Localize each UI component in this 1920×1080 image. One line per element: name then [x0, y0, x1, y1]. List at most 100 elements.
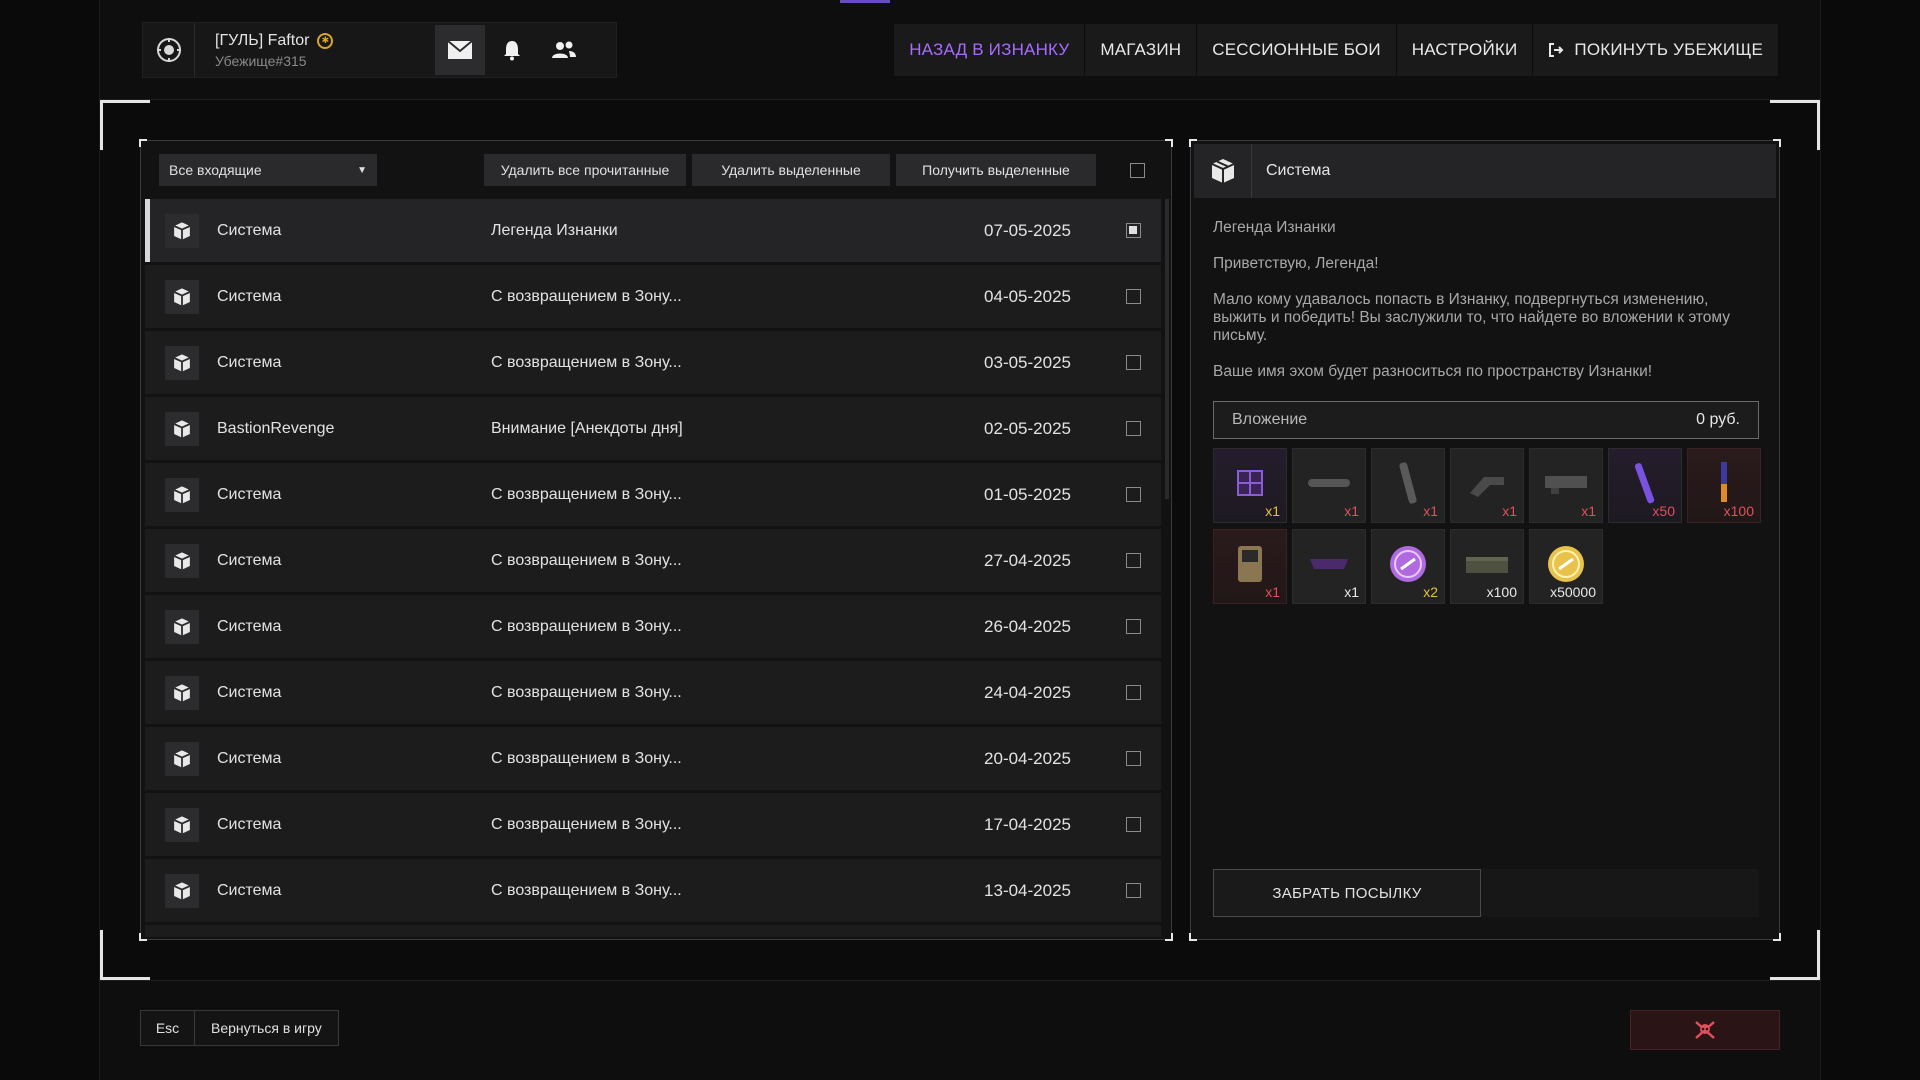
- attachment-item[interactable]: x1: [1371, 448, 1445, 523]
- delete-read-button[interactable]: Удалить все прочитанные: [484, 154, 686, 186]
- get-selected-button[interactable]: Получить выделенные: [896, 154, 1096, 186]
- row-checkbox[interactable]: [1126, 421, 1141, 436]
- row-subject: С возвращением в Зону...: [491, 485, 682, 503]
- row-checkbox[interactable]: [1126, 883, 1141, 898]
- inbox-row[interactable]: Система С возвращением в Зону... 13-04-202…: [145, 859, 1161, 922]
- left-frame: [0, 0, 100, 1080]
- package-icon: [165, 279, 199, 314]
- package-icon: [165, 345, 199, 380]
- inbox-row[interactable]: [145, 925, 1161, 937]
- row-date: 24-04-2025: [984, 682, 1071, 702]
- back-to-game-control[interactable]: Esc Вернуться в игру: [140, 1010, 339, 1046]
- item-quantity: x1: [1265, 584, 1280, 600]
- row-sender: Система: [217, 749, 282, 767]
- item-quantity: x1: [1423, 503, 1438, 519]
- row-sender: Система: [217, 551, 282, 569]
- scope-icon: [1464, 463, 1510, 508]
- nav-shop[interactable]: МАГАЗИН: [1084, 24, 1197, 76]
- bottom-bar: [100, 980, 1820, 1080]
- nav-leave-shelter[interactable]: ПОКИНУТЬ УБЕЖИЩЕ: [1532, 24, 1778, 76]
- inbox-scrollbar[interactable]: [1165, 199, 1169, 499]
- row-date: 20-04-2025: [984, 748, 1071, 768]
- package-icon: [165, 213, 199, 248]
- inbox-row[interactable]: Система С возвращением в Зону... 20-04-202…: [145, 727, 1161, 790]
- nav-back-to-underside[interactable]: НАЗАД В ИЗНАНКУ: [893, 24, 1085, 76]
- player-profile: [ГУЛЬ] Faftor ✱ Убежище#315: [142, 22, 617, 78]
- friends-button[interactable]: [539, 25, 589, 75]
- device-icon: [1232, 542, 1268, 591]
- clan-emblem-icon[interactable]: [143, 23, 195, 77]
- nav-session-battles[interactable]: СЕССИОННЫЕ БОИ: [1196, 24, 1396, 76]
- receiver-icon: [1541, 468, 1591, 503]
- row-checkbox[interactable]: [1126, 817, 1141, 832]
- inbox-row[interactable]: Система С возвращением в Зону... 01-05-202…: [145, 463, 1161, 526]
- row-checkbox[interactable]: [1126, 751, 1141, 766]
- row-checkbox[interactable]: [1126, 289, 1141, 304]
- row-sender: Система: [217, 815, 282, 833]
- inbox-row[interactable]: Система С возвращением в Зону... 27-04-202…: [145, 529, 1161, 592]
- nav-leave-shelter-label: ПОКИНУТЬ УБЕЖИЩЕ: [1574, 40, 1763, 59]
- attachment-item[interactable]: x1: [1292, 448, 1366, 523]
- package-icon: [165, 741, 199, 776]
- package-icon: [165, 873, 199, 908]
- delete-selected-button[interactable]: Удалить выделенные: [692, 154, 890, 186]
- row-checkbox[interactable]: [1126, 223, 1141, 238]
- attachment-item[interactable]: x1: [1213, 529, 1287, 604]
- row-sender: Система: [217, 617, 282, 635]
- mail-button[interactable]: [435, 25, 485, 75]
- notifications-button[interactable]: [487, 25, 537, 75]
- claim-package-button[interactable]: ЗАБРАТЬ ПОСЫЛКУ: [1213, 869, 1481, 917]
- exit-game-button[interactable]: [1630, 1010, 1780, 1050]
- attachment-item[interactable]: x50000: [1529, 529, 1603, 604]
- esc-key-hint: Esc: [141, 1011, 195, 1045]
- mail-icon: [447, 40, 473, 59]
- inbox-row[interactable]: Система С возвращением в Зону... 17-04-202…: [145, 793, 1161, 856]
- row-subject: С возвращением в Зону...: [491, 749, 682, 767]
- inbox-row[interactable]: Система Легенда Изнанки 07-05-2025: [145, 199, 1161, 262]
- select-all-checkbox[interactable]: [1130, 162, 1145, 178]
- item-quantity: x1: [1344, 503, 1359, 519]
- attachment-item[interactable]: x2: [1371, 529, 1445, 604]
- attachment-item[interactable]: x1: [1450, 448, 1524, 523]
- inbox-row[interactable]: Система С возвращением в Зону... 04-05-202…: [145, 265, 1161, 328]
- bell-icon: [504, 41, 520, 61]
- barrel-icon: [1398, 458, 1418, 513]
- attachment-item[interactable]: x100: [1687, 448, 1761, 523]
- dropdown-arrow-icon: ▼: [357, 164, 367, 176]
- attachment-label: Вложение: [1232, 411, 1308, 428]
- attachment-item[interactable]: x1: [1292, 529, 1366, 604]
- row-subject: С возвращением в Зону...: [491, 815, 682, 833]
- nav-settings[interactable]: НАСТРОЙКИ: [1395, 24, 1533, 76]
- purple-part-icon: [1306, 549, 1352, 584]
- inbox-filter-dropdown[interactable]: Все входящие ▼: [159, 154, 377, 186]
- package-icon: [165, 543, 199, 578]
- message-greeting: Приветствую, Легенда!: [1213, 255, 1379, 272]
- attachment-item[interactable]: x1: [1213, 448, 1287, 523]
- inbox-toolbar: Все входящие ▼ Удалить все прочитанные У…: [159, 153, 1153, 187]
- attachment-item[interactable]: x50: [1608, 448, 1682, 523]
- attachment-item[interactable]: x1: [1529, 448, 1603, 523]
- inbox-row[interactable]: Система С возвращением в Зону... 24-04-202…: [145, 661, 1161, 724]
- package-icon: [1194, 144, 1252, 198]
- row-checkbox[interactable]: [1126, 355, 1141, 370]
- row-date: 17-04-2025: [984, 814, 1071, 834]
- row-sender: Система: [217, 485, 282, 503]
- row-checkbox[interactable]: [1126, 553, 1141, 568]
- item-quantity: x100: [1486, 584, 1517, 600]
- item-quantity: x1: [1581, 503, 1596, 519]
- inbox-row[interactable]: Система С возвращением в Зону... 03-05-202…: [145, 331, 1161, 394]
- row-date: 02-05-2025: [984, 418, 1071, 438]
- message-sender: Система: [1266, 162, 1331, 179]
- row-checkbox[interactable]: [1126, 487, 1141, 502]
- row-subject: С возвращением в Зону...: [491, 551, 682, 569]
- inbox-filter-value: Все входящие: [169, 162, 262, 178]
- row-date: 03-05-2025: [984, 352, 1071, 372]
- inbox-row[interactable]: Система С возвращением в Зону... 26-04-202…: [145, 595, 1161, 658]
- attachment-item[interactable]: x100: [1450, 529, 1524, 604]
- row-checkbox[interactable]: [1126, 685, 1141, 700]
- row-date: 07-05-2025: [984, 220, 1071, 240]
- row-checkbox[interactable]: [1126, 619, 1141, 634]
- package-icon: [165, 411, 199, 446]
- inbox-row[interactable]: BastionRevenge Внимание [Анекдоты дня] 02-…: [145, 397, 1161, 460]
- row-date: 27-04-2025: [984, 550, 1071, 570]
